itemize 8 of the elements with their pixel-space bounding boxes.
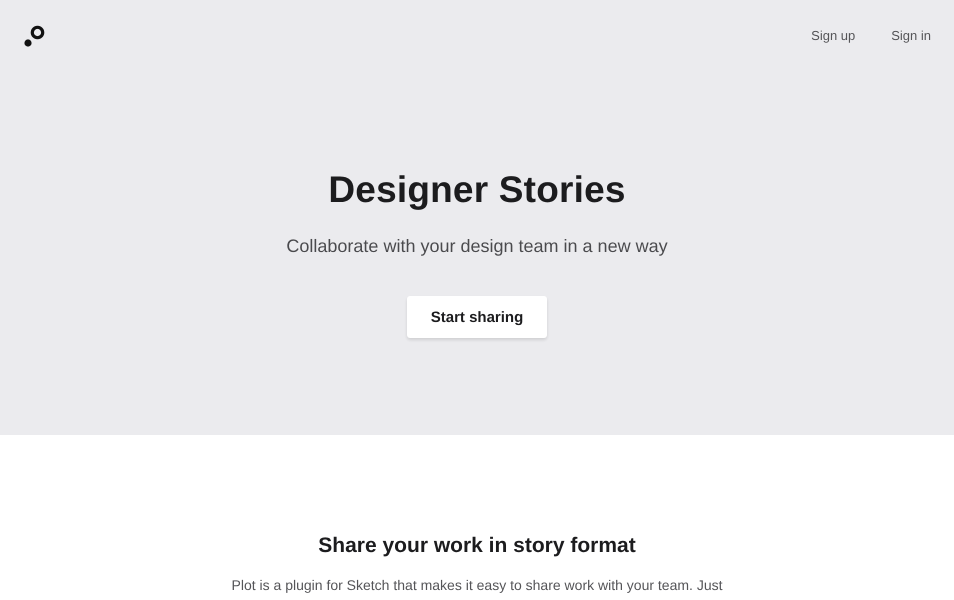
section-paragraph: Plot is a plugin for Sketch that makes it easy to share work with your team. Just	[232, 576, 722, 595]
hero-subtitle: Collaborate with your design team in a new way	[286, 235, 668, 258]
logo-icon[interactable]	[24, 25, 46, 47]
nav-link[interactable]: Sign in	[891, 28, 931, 44]
nav-link[interactable]: Sign up	[811, 28, 856, 44]
hero-title: Designer Stories	[328, 168, 626, 212]
start-sharing-button[interactable]: Start sharing	[406, 296, 548, 338]
section-heading: Share your work in story format	[318, 533, 636, 559]
